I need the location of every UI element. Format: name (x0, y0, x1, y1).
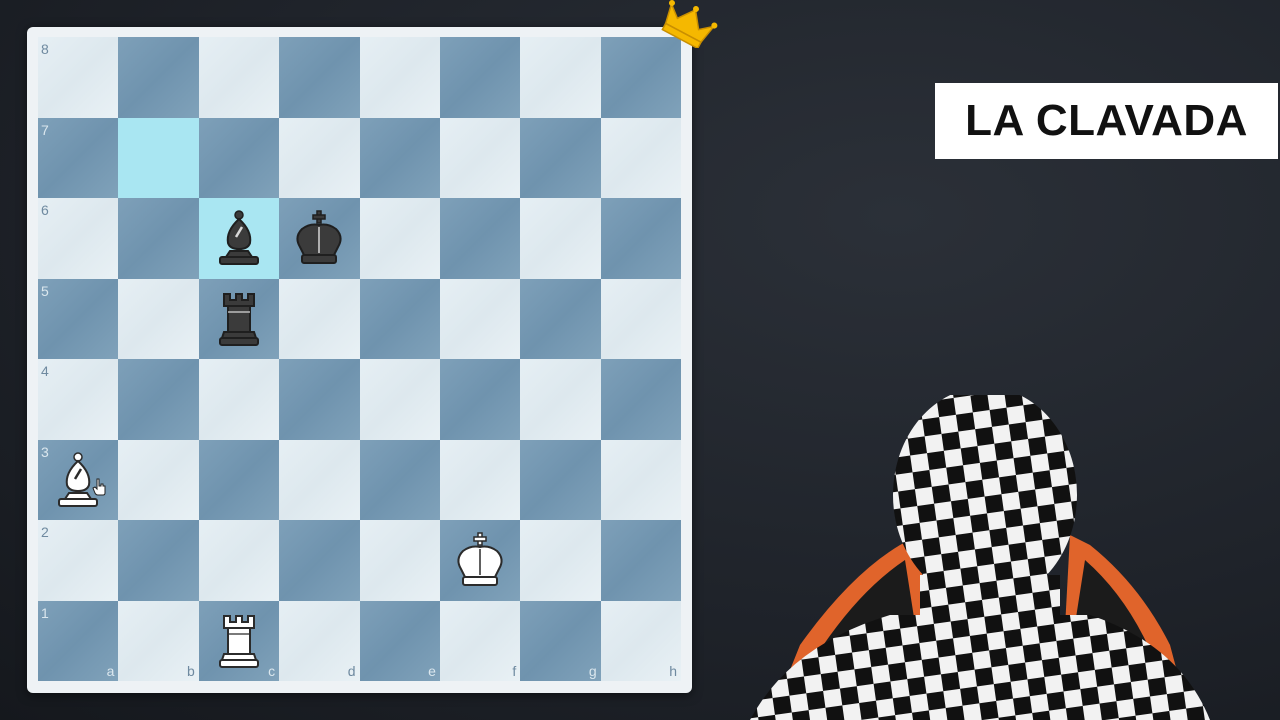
square-c6[interactable] (198, 198, 280, 279)
square-b1[interactable]: b (118, 600, 199, 681)
file-label-b: b (186, 663, 195, 679)
square-g1[interactable]: g (520, 600, 601, 681)
square-e4[interactable] (359, 359, 440, 440)
square-g6[interactable] (520, 198, 601, 279)
rank-label-6: 6 (41, 202, 49, 218)
square-h3[interactable] (600, 439, 681, 520)
square-c7[interactable] (198, 117, 280, 198)
file-label-f: f (512, 663, 517, 679)
square-f1[interactable]: f (439, 600, 521, 681)
square-h4[interactable] (600, 359, 681, 440)
hand-cursor-icon (92, 478, 106, 496)
square-e2[interactable] (359, 520, 440, 601)
square-c5[interactable] (198, 278, 280, 359)
square-e3[interactable] (359, 439, 440, 520)
square-b3[interactable] (118, 439, 199, 520)
square-d4[interactable] (279, 359, 360, 440)
square-f2[interactable] (439, 520, 521, 601)
square-b4[interactable] (118, 359, 199, 440)
square-d7[interactable] (279, 117, 360, 198)
square-a1[interactable]: 1a (38, 600, 119, 681)
square-b5[interactable] (118, 278, 199, 359)
rank-label-1: 1 (41, 604, 49, 621)
square-g2[interactable] (520, 520, 601, 601)
rank-label-7: 7 (41, 121, 49, 138)
square-g7[interactable] (520, 117, 601, 198)
square-f7[interactable] (439, 117, 521, 198)
square-f5[interactable] (439, 278, 521, 359)
square-d3[interactable] (279, 439, 360, 520)
square-e8[interactable] (359, 37, 440, 118)
square-g5[interactable] (520, 278, 601, 359)
square-b2[interactable] (118, 520, 199, 601)
square-a4[interactable]: 4 (38, 359, 119, 440)
black-bishop-piece[interactable] (208, 207, 270, 269)
file-label-g: g (588, 663, 597, 679)
square-a7[interactable]: 7 (38, 117, 119, 198)
rank-label-5: 5 (41, 282, 49, 299)
rank-label-2: 2 (41, 524, 49, 540)
file-label-e: e (428, 663, 436, 679)
square-g8[interactable] (520, 37, 601, 118)
square-h2[interactable] (600, 520, 681, 601)
square-d2[interactable] (279, 520, 360, 601)
square-d5[interactable] (279, 278, 360, 359)
presenter-checkered-mask (750, 395, 1210, 720)
square-e7[interactable] (359, 117, 440, 198)
file-label-h: h (669, 663, 677, 679)
square-a2[interactable]: 2 (38, 520, 119, 601)
black-rook-piece[interactable] (208, 288, 270, 350)
title-banner: LA CLAVADA (935, 83, 1278, 159)
square-h7[interactable] (600, 117, 681, 198)
white-rook-piece[interactable] (208, 610, 270, 672)
square-b6[interactable] (118, 198, 199, 279)
square-b8[interactable] (118, 37, 199, 118)
square-c1[interactable]: c (198, 600, 280, 681)
square-e1[interactable]: e (359, 600, 440, 681)
crown-icon (661, 0, 718, 48)
square-f8[interactable] (439, 37, 521, 118)
square-c4[interactable] (198, 359, 280, 440)
square-h6[interactable] (600, 198, 681, 279)
square-f3[interactable] (439, 439, 521, 520)
file-label-a: a (106, 663, 115, 679)
square-d6[interactable] (279, 198, 360, 279)
square-h8[interactable] (600, 37, 681, 118)
square-g3[interactable] (520, 439, 601, 520)
square-g4[interactable] (520, 359, 601, 440)
square-a5[interactable]: 5 (38, 278, 119, 359)
square-a6[interactable]: 6 (38, 198, 119, 279)
square-c3[interactable] (198, 439, 280, 520)
square-d8[interactable] (279, 37, 360, 118)
square-a8[interactable]: 8 (38, 37, 119, 118)
square-e6[interactable] (359, 198, 440, 279)
chessboard[interactable]: 876 5 43 2 1abc d e f g h (38, 37, 681, 681)
square-d1[interactable]: d (279, 600, 360, 681)
square-e5[interactable] (359, 278, 440, 359)
video-title: LA CLAVADA (965, 96, 1248, 145)
white-king-piece[interactable] (449, 529, 511, 591)
square-h5[interactable] (600, 278, 681, 359)
square-h1[interactable]: h (600, 600, 681, 681)
square-f6[interactable] (439, 198, 521, 279)
rank-label-4: 4 (41, 363, 49, 379)
black-king-piece[interactable] (288, 207, 350, 269)
square-f4[interactable] (439, 359, 521, 440)
square-b7[interactable] (118, 117, 199, 198)
square-c8[interactable] (198, 37, 280, 118)
square-c2[interactable] (198, 520, 280, 601)
rank-label-8: 8 (41, 41, 49, 57)
file-label-d: d (347, 663, 356, 679)
